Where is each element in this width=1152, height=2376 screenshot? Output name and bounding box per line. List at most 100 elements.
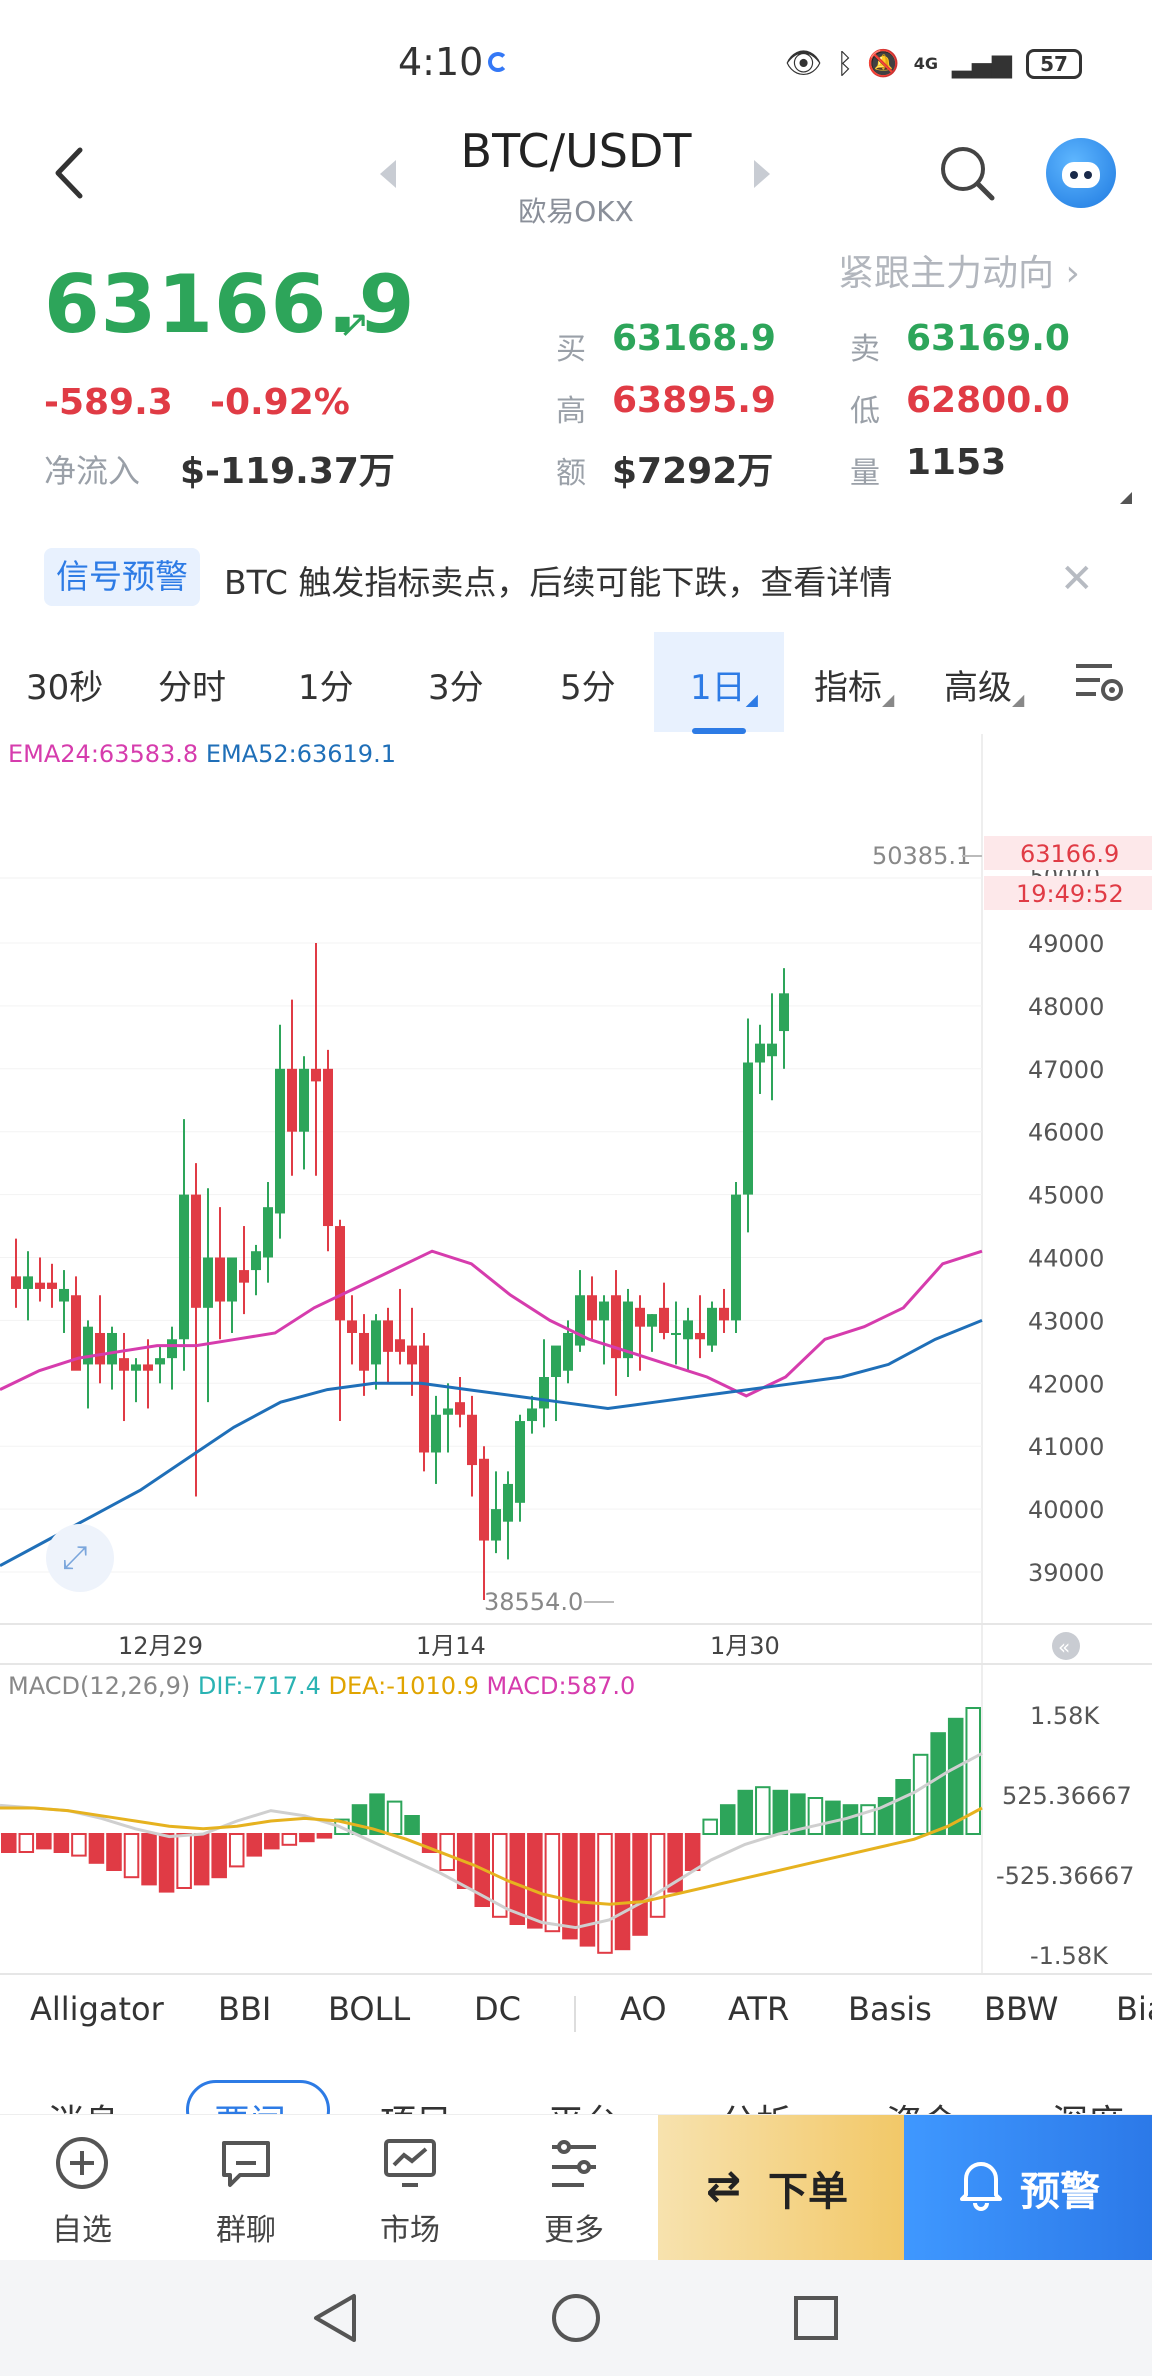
indicator-bias[interactable]: Bia	[1116, 1990, 1152, 2028]
candle-body	[203, 1257, 213, 1308]
tab-1d[interactable]: 1日◢	[690, 660, 758, 709]
candle-body	[239, 1270, 249, 1283]
signal-text[interactable]: BTC 触发指标卖点，后续可能下跌，查看详情	[224, 556, 892, 604]
tab-advanced[interactable]: 高级◢	[944, 660, 1024, 709]
tab-3m[interactable]: 3分	[428, 660, 484, 708]
tab-1m[interactable]: 1分	[298, 660, 354, 708]
ema24-legend: EMA24:63583.8	[8, 740, 199, 768]
netflow-value: $-119.37万	[180, 451, 395, 492]
candle-body	[383, 1320, 393, 1352]
ema-legend: EMA24:63583.8 EMA52:63619.1	[8, 740, 396, 768]
volume-label: 量	[850, 456, 880, 491]
chart-settings-icon[interactable]	[1072, 658, 1126, 706]
y-tick-label: 45000	[1028, 1182, 1104, 1210]
tab-indicators[interactable]: 指标◢	[814, 660, 894, 709]
candle-body	[323, 1068, 333, 1227]
system-home-icon[interactable]	[552, 2294, 600, 2342]
tab-news[interactable]: 消息	[48, 2094, 120, 2114]
tab-timeshare[interactable]: 分时	[158, 660, 226, 708]
macd-bar	[649, 1833, 666, 1918]
order-button[interactable]: ⇄ 下单	[658, 2115, 904, 2261]
candle-body	[743, 1062, 753, 1195]
candle-body	[263, 1207, 273, 1258]
indicator-dc[interactable]: DC	[474, 1990, 521, 2028]
nav-market[interactable]: 市场	[328, 2115, 492, 2261]
tab-depth[interactable]: 深度	[1052, 2094, 1124, 2114]
netflow-label: 净流入	[44, 452, 141, 490]
tab-platforms[interactable]: 平台	[548, 2094, 620, 2114]
nav-chat[interactable]: 群聊	[164, 2115, 328, 2261]
indicator-alligator[interactable]: Alligator	[30, 1990, 164, 2028]
indicator-bbi[interactable]: BBI	[218, 1990, 271, 2028]
candle-body	[767, 1043, 777, 1057]
sell-value: 63169.0	[906, 318, 1070, 359]
macd-bar	[912, 1753, 929, 1835]
search-icon[interactable]	[938, 144, 996, 202]
indicator-basis[interactable]: Basis	[848, 1990, 932, 2028]
next-pair-icon[interactable]	[754, 160, 770, 188]
close-icon[interactable]: ✕	[1060, 556, 1094, 602]
system-recents-icon[interactable]	[794, 2296, 838, 2340]
nav-market-label: 市场	[380, 2213, 440, 2248]
candle-body	[47, 1282, 57, 1289]
y-tick-label: 41000	[1028, 1433, 1104, 1461]
amount-value: $7292万	[612, 451, 774, 492]
amount-label: 额	[556, 456, 586, 491]
candle-body	[179, 1194, 189, 1340]
macd-bar	[807, 1797, 824, 1835]
candle-body	[95, 1332, 105, 1365]
candle-body	[335, 1226, 345, 1321]
price-chart[interactable]: 39000 40000 41000 42000 43000 44000 45000 46000…	[0, 734, 1152, 1984]
high-value: 63895.9	[612, 380, 776, 421]
macd-bar	[579, 1833, 596, 1947]
macd-bar	[316, 1833, 333, 1839]
low-label: 低	[850, 394, 880, 429]
tab-funds[interactable]: 资金	[886, 2094, 958, 2114]
candle-body	[23, 1276, 33, 1289]
candle-body	[311, 1068, 321, 1082]
status-time: 4:10	[398, 40, 484, 84]
macd-bar	[895, 1779, 911, 1835]
candle-body	[563, 1332, 573, 1371]
nav-chat-label: 群聊	[216, 2213, 276, 2248]
countdown-tag: 19:49:52	[1016, 880, 1124, 908]
macd-bar	[193, 1833, 210, 1886]
indicator-boll[interactable]: BOLL	[328, 1990, 410, 2028]
sync-icon	[488, 52, 508, 72]
system-back-icon[interactable]	[314, 2294, 356, 2342]
macd-bar	[614, 1833, 631, 1951]
nav-watchlist-label: 自选	[52, 2213, 112, 2248]
candle-body	[167, 1339, 177, 1359]
candle-body	[707, 1307, 717, 1346]
order-label: 下单	[768, 2169, 848, 2215]
macd-bar	[737, 1789, 754, 1836]
price-change-pct: -0.92%	[210, 382, 350, 423]
macd-bar	[404, 1815, 420, 1835]
follow-capital-link[interactable]: 紧跟主力动向 ›	[838, 244, 1080, 296]
scroll-latest-glyph: «	[1058, 1635, 1070, 1659]
tab-projects[interactable]: 项目	[380, 2094, 452, 2114]
macd-y-tick: -525.36667	[996, 1862, 1134, 1890]
nav-watchlist[interactable]: 自选	[0, 2115, 164, 2261]
tab-1d-label: 1日	[690, 668, 746, 708]
expand-stats-icon[interactable]	[1120, 492, 1132, 504]
candle-body	[671, 1332, 681, 1335]
indicator-ao[interactable]: AO	[620, 1990, 667, 2028]
macd-bar	[755, 1786, 771, 1835]
candle-body	[131, 1364, 141, 1371]
indicator-atr[interactable]: ATR	[728, 1990, 789, 2028]
signal-tag[interactable]: 信号预警	[44, 548, 200, 606]
candle-body	[299, 1068, 309, 1132]
tab-analysis[interactable]: 分析	[720, 2094, 792, 2114]
macd-bar	[299, 1833, 315, 1843]
tab-5m[interactable]: 5分	[560, 660, 616, 708]
candle-body	[155, 1358, 165, 1365]
tab-30s[interactable]: 30秒	[26, 660, 103, 708]
alert-button[interactable]: 预警	[904, 2115, 1152, 2261]
candle-body	[455, 1402, 465, 1415]
robot-assistant-icon[interactable]	[1046, 138, 1116, 208]
candle-body	[755, 1043, 765, 1063]
nav-more[interactable]: 更多	[492, 2115, 656, 2261]
indicator-bbw[interactable]: BBW	[984, 1990, 1058, 2028]
caret-icon: ◢	[882, 690, 895, 709]
